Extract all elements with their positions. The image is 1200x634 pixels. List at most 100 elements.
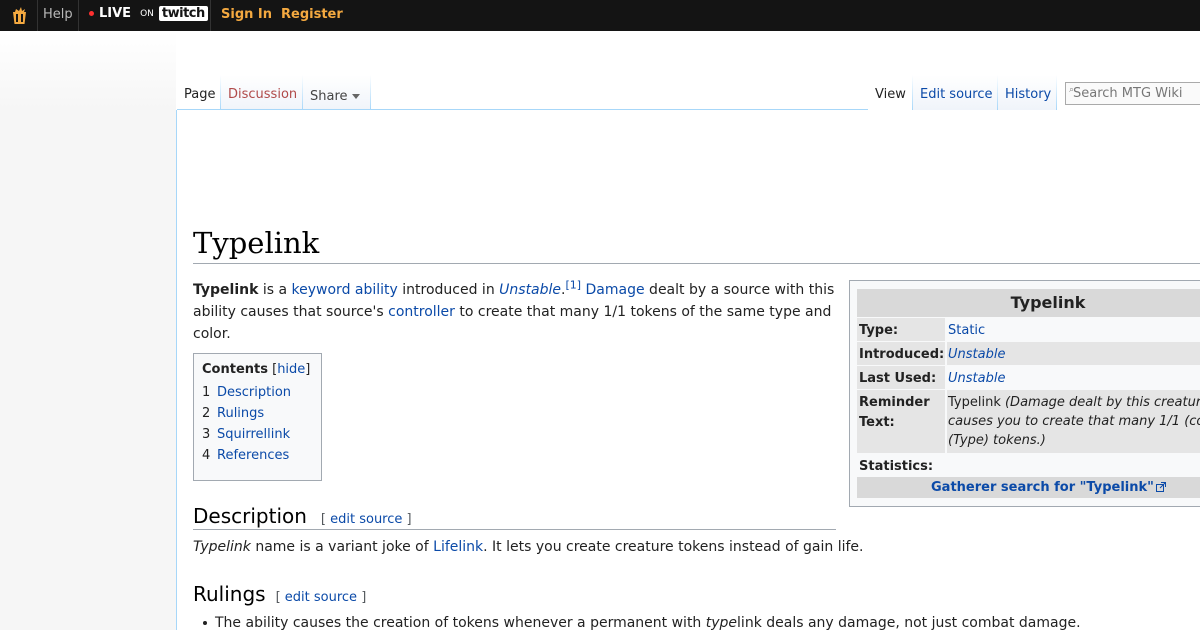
ruling-list-item: The ability causes the creation of token… (215, 612, 1081, 634)
list-bullet (203, 621, 207, 625)
unstable-link[interactable]: Unstable (948, 371, 1005, 386)
divider (210, 0, 211, 31)
twitch-logo: twitch (158, 6, 208, 21)
search-placeholder: Search MTG Wiki (1073, 86, 1183, 101)
unstable-link[interactable]: Unstable (499, 282, 561, 298)
static-link[interactable]: Static (948, 323, 985, 338)
toc-hide-link[interactable]: hide (277, 362, 305, 377)
infobox-title-text: Typelink (1010, 293, 1086, 312)
infobox-row-last-used: Last Used: Unstable (857, 366, 1200, 390)
edit-section: [ edit source ] (276, 590, 367, 605)
unstable-link[interactable]: Unstable (948, 347, 1005, 362)
live-on-twitch-link[interactable]: LIVE ON twitch (89, 6, 208, 21)
toc-number: 1 (202, 385, 211, 400)
on-label: ON (140, 8, 154, 19)
infobox-title: Typelink (857, 289, 1200, 317)
infobox-label: Type: (857, 318, 945, 341)
reminder-italic: (Type) tokens.) (948, 433, 1046, 448)
bracket: [ (275, 590, 285, 605)
toc-link[interactable]: References (217, 448, 289, 463)
toc-number: 3 (202, 427, 211, 442)
italic-term: Typelink (193, 539, 251, 555)
left-sidebar (0, 31, 176, 630)
tab-edit-source[interactable]: Edit source (913, 75, 998, 110)
keyword-ability-link[interactable]: keyword ability (292, 282, 398, 298)
infobox-label: Reminder Text: (857, 390, 945, 453)
reminder-italic: causes you to create that many 1/1 (co (948, 414, 1200, 429)
gatherer-search-link[interactable]: Gatherer search for "Typelink" (931, 480, 1154, 495)
section-heading-rulings: Rulings [ edit source ] (193, 581, 366, 611)
description-text: name is a variant joke of (250, 539, 434, 555)
infobox-label: Statistics: (857, 454, 945, 477)
tab-share[interactable]: Share (303, 75, 371, 110)
chevron-down-icon (351, 94, 360, 99)
lifelink-link[interactable]: Lifelink (433, 539, 483, 555)
live-dot-icon (89, 11, 94, 16)
toc-link[interactable]: Description (217, 385, 291, 400)
search-icon: ⌕ (1069, 85, 1075, 95)
controller-link[interactable]: controller (388, 304, 455, 320)
tab-view-label: View (875, 87, 906, 102)
toc-link[interactable]: Squirrellink (217, 427, 290, 442)
page-title: Typelink (193, 226, 320, 260)
toc-item-squirrellink[interactable]: 3 Squirrellink (202, 424, 321, 445)
divider (78, 0, 79, 31)
toc-item-rulings[interactable]: 2 Rulings (202, 403, 321, 424)
tab-page[interactable]: Page (177, 75, 221, 110)
infobox: Typelink Type: Static Introduced: Unstab… (849, 280, 1200, 507)
infobox-label: Last Used: (857, 366, 945, 389)
bracket: ] (402, 512, 412, 527)
infobox-label: Introduced: (857, 342, 945, 365)
table-of-contents: Contents [hide] 1 Description 2 Rulings 3S… (193, 353, 322, 481)
intro-text: introduced in (397, 282, 500, 298)
register-link[interactable]: Register (281, 7, 343, 22)
fandom-logo-icon[interactable] (9, 5, 30, 26)
gatherer-search-row: Gatherer search for "Typelink" (857, 477, 1200, 498)
tab-discussion-label: Discussion (228, 87, 298, 102)
toc-item-references[interactable]: 4 References (202, 445, 321, 466)
infobox-value (947, 454, 1200, 477)
tab-view[interactable]: View (868, 75, 913, 110)
global-navigation-bar: Help LIVE ON twitch Sign In Register (0, 0, 1200, 31)
infobox-row-statistics: Statistics: (857, 454, 1200, 478)
reminder-plain: Typelink (948, 395, 1005, 410)
infobox-value: Unstable (947, 366, 1200, 389)
edit-source-link[interactable]: edit source (330, 512, 402, 527)
intro-paragraph: Typelink is a keyword ability introduced… (193, 279, 841, 345)
divider (370, 75, 371, 110)
tab-edit-source-label: Edit source (920, 87, 993, 102)
help-link[interactable]: Help (43, 7, 73, 22)
search-input[interactable]: ⌕ Search MTG Wiki (1065, 82, 1200, 105)
tab-share-label: Share (310, 89, 348, 104)
section-title: Description (193, 504, 307, 528)
sign-in-link[interactable]: Sign In (221, 7, 272, 22)
tab-discussion[interactable]: Discussion (221, 75, 303, 110)
infobox-value: Typelink (Damage dealt by this creatur c… (947, 390, 1200, 453)
content-border (176, 110, 177, 630)
toc-hide-toggle[interactable]: [hide] (272, 362, 310, 377)
toc-item-description[interactable]: 1 Description (202, 382, 321, 403)
tab-history[interactable]: History (998, 75, 1057, 110)
description-paragraph: Typelink name is a variant joke of Lifel… (193, 536, 864, 558)
section-title: Rulings (193, 582, 266, 606)
tab-history-label: History (1005, 87, 1052, 102)
infobox-value: Static (947, 318, 1200, 341)
infobox-row-introduced: Introduced: Unstable (857, 342, 1200, 366)
damage-link[interactable]: Damage (586, 282, 645, 298)
edit-section: [ edit source ] (321, 512, 412, 527)
infobox-row-type: Type: Static (857, 318, 1200, 342)
ruling-italic: type (705, 615, 738, 631)
tabs-baseline (177, 109, 868, 110)
live-label: LIVE (99, 6, 132, 21)
divider (37, 0, 38, 31)
infobox-row-reminder-text: Reminder Text: Typelink (Damage dealt by… (857, 390, 1200, 454)
bracket: ] (305, 362, 311, 377)
reminder-italic: (Damage dealt by this creatur (1004, 395, 1200, 410)
title-underline (193, 263, 1200, 264)
bracket: [ (320, 512, 331, 527)
toc-link[interactable]: Rulings (217, 406, 264, 421)
toc-number: 2 (202, 406, 211, 421)
edit-source-link[interactable]: edit source (285, 590, 357, 605)
reference-link[interactable]: [1] (565, 278, 581, 291)
toc-title: Contents (202, 362, 268, 377)
